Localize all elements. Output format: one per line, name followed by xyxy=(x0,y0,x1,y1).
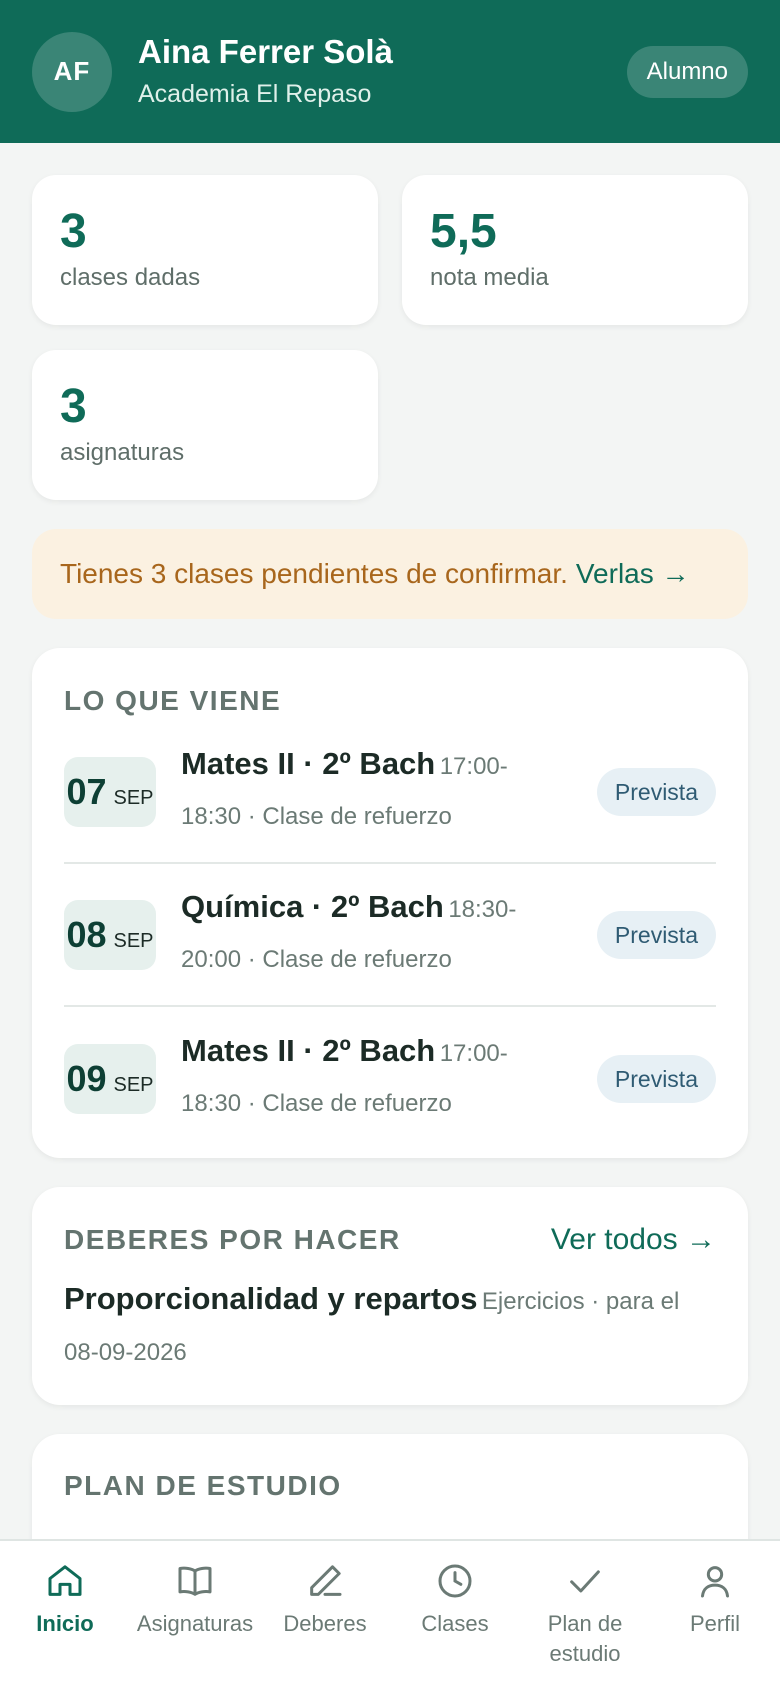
status-badge: Prevista xyxy=(596,767,716,816)
pencil-icon xyxy=(310,1565,342,1596)
event-month: SEP xyxy=(113,929,154,952)
event-date: 09 SEP xyxy=(64,1043,156,1114)
role-badge: Alumno xyxy=(626,45,748,98)
event-details: Química · 2º Bach 18:30- 20:00 · Clase d… xyxy=(181,883,531,986)
homework-header: DEBERES POR HACER Ver todos → xyxy=(64,1223,716,1257)
nav-item-inicio[interactable]: Inicio xyxy=(0,1541,130,1688)
avatar[interactable]: AF xyxy=(32,31,112,112)
nav-label: Perfil xyxy=(689,1611,741,1636)
nav-item-perfil[interactable]: Perfil xyxy=(650,1541,780,1688)
section-title: DEBERES POR HACER xyxy=(64,1224,401,1255)
nav-label: Deberes xyxy=(283,1611,367,1636)
status-badge: Prevista xyxy=(596,910,716,959)
event-time: 17:00- xyxy=(439,1040,508,1067)
upcoming-card: LO QUE VIENE 07 SEP Mates II · 2º Bach 1… xyxy=(32,648,748,1158)
event-date: 08 SEP xyxy=(64,899,156,970)
nav-label: Asignaturas xyxy=(136,1611,254,1636)
event-time: 17:00- xyxy=(439,753,508,780)
school-name: Academia El Repaso xyxy=(138,79,372,108)
stat-label: asignaturas xyxy=(60,439,185,466)
user-icon xyxy=(701,1566,729,1598)
homework-card: DEBERES POR HACER Ver todos → Proporcion… xyxy=(32,1187,748,1405)
stat-label: nota media xyxy=(430,264,549,291)
nav-item-plan-de-estudio[interactable]: Plan de estudio xyxy=(520,1541,650,1688)
bottom-nav: Inicio Asignaturas Deberes Clases Plan d… xyxy=(0,1539,780,1688)
stat-label: clases dadas xyxy=(60,264,201,291)
event-meta: 18:30 · Clase de refuerzo xyxy=(181,1090,452,1117)
nav-item-asignaturas[interactable]: Asignaturas xyxy=(130,1541,260,1688)
section-title: PLAN DE ESTUDIO xyxy=(64,1470,342,1501)
event-title: Mates II · 2º Bach xyxy=(181,1033,436,1068)
nav-label: Inicio xyxy=(36,1611,94,1636)
stat-value: 5,5 xyxy=(430,205,497,258)
event-details: Mates II · 2º Bach 17:00- 18:30 · Clase … xyxy=(181,740,531,843)
event-item[interactable]: 08 SEP Química · 2º Bach 18:30- 20:00 · … xyxy=(64,864,716,1007)
home-icon xyxy=(48,1565,82,1596)
view-all-homework-link[interactable]: Ver todos → xyxy=(551,1223,716,1257)
event-details: Mates II · 2º Bach 17:00- 18:30 · Clase … xyxy=(181,1027,531,1130)
event-month: SEP xyxy=(113,786,154,809)
section-title: LO QUE VIENE xyxy=(64,685,282,716)
event-title: Mates II · 2º Bach xyxy=(181,746,436,781)
user-info: Aina Ferrer Solà Academia El Repaso xyxy=(138,32,627,112)
nav-item-deberes[interactable]: Deberes xyxy=(260,1541,390,1688)
event-item[interactable]: 07 SEP Mates II · 2º Bach 17:00- 18:30 ·… xyxy=(64,721,716,864)
event-date: 07 SEP xyxy=(64,756,156,827)
user-name: Aina Ferrer Solà xyxy=(138,32,393,70)
homework-due-date: 08-09-2026 xyxy=(64,1339,187,1366)
event-time: 18:30- xyxy=(448,896,517,923)
event-day: 08 xyxy=(66,913,107,955)
nav-item-clases[interactable]: Clases xyxy=(390,1541,520,1688)
stat-card-average: 5,5 nota media xyxy=(402,175,748,325)
clock-icon xyxy=(438,1564,472,1598)
event-meta: 18:30 · Clase de refuerzo xyxy=(181,803,452,830)
homework-item[interactable]: Proporcionalidad y repartos Ejercicios ·… xyxy=(64,1275,716,1380)
status-badge: Prevista xyxy=(596,1054,716,1103)
app-header: AF Aina Ferrer Solà Academia El Repaso A… xyxy=(0,0,780,143)
view-pending-link[interactable]: Verlas → xyxy=(576,558,690,590)
stat-value: 3 xyxy=(60,380,87,433)
event-item[interactable]: 09 SEP Mates II · 2º Bach 17:00- 18:30 ·… xyxy=(64,1007,716,1150)
event-day: 07 xyxy=(66,770,107,812)
event-meta: 20:00 · Clase de refuerzo xyxy=(181,946,452,973)
pending-classes-alert: Tienes 3 clases pendientes de confirmar.… xyxy=(32,529,748,619)
stat-card-classes: 3 clases dadas xyxy=(32,175,378,325)
event-month: SEP xyxy=(113,1073,154,1096)
alert-text: Tienes 3 clases pendientes de confirmar. xyxy=(60,558,568,589)
check-icon xyxy=(570,1570,600,1593)
book-icon xyxy=(178,1566,212,1596)
homework-title: Proporcionalidad y repartos xyxy=(64,1281,478,1316)
nav-label: Plan de estudio xyxy=(547,1611,623,1666)
event-title: Química · 2º Bach xyxy=(181,889,444,924)
stat-card-subjects: 3 asignaturas xyxy=(32,350,378,500)
event-day: 09 xyxy=(66,1057,107,1099)
nav-label: Clases xyxy=(421,1611,489,1636)
homework-meta: Ejercicios · para el xyxy=(481,1288,680,1315)
stat-value: 3 xyxy=(60,205,87,258)
